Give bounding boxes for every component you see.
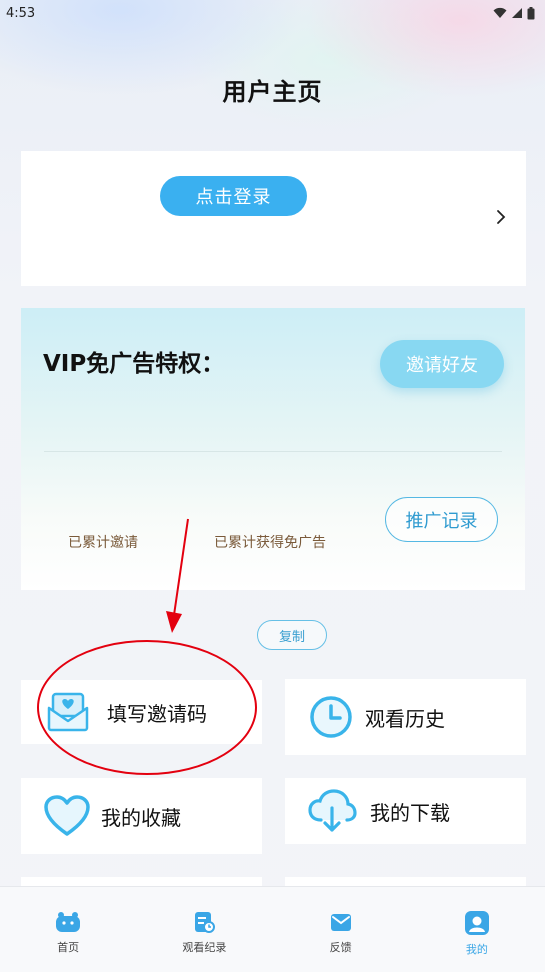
nav-home[interactable]: 首页 bbox=[0, 887, 136, 972]
signal-icon bbox=[512, 8, 522, 18]
envelope-heart-icon bbox=[47, 692, 89, 732]
clock-icon bbox=[310, 696, 352, 738]
menu-item-label: 观看历史 bbox=[365, 706, 445, 731]
nav-label: 观看纪录 bbox=[182, 941, 227, 954]
profile-icon bbox=[464, 911, 489, 935]
nav-label: 反馈 bbox=[329, 941, 352, 954]
invite-friends-button[interactable]: 邀请好友 bbox=[380, 340, 504, 388]
status-time: 4:53 bbox=[6, 5, 36, 21]
login-card[interactable]: 点击登录 bbox=[21, 151, 526, 286]
menu-item-downloads[interactable]: 我的下载 bbox=[285, 778, 526, 844]
menu-item-label: 我的下载 bbox=[370, 800, 450, 825]
cloud-download-icon bbox=[308, 789, 357, 832]
vip-title: VIP免广告特权： bbox=[43, 351, 225, 377]
menu-item-watch-history[interactable]: 观看历史 bbox=[285, 679, 526, 755]
menu-item-label: 填写邀请码 bbox=[107, 701, 207, 726]
promotion-record-button[interactable]: 推广记录 bbox=[385, 497, 498, 542]
nav-profile[interactable]: 我的 bbox=[409, 887, 545, 972]
nav-label: 首页 bbox=[57, 941, 80, 954]
battery-icon bbox=[527, 6, 535, 19]
bottom-nav: 首页 观看纪录 反馈 我的 bbox=[0, 886, 545, 972]
copy-button[interactable]: 复制 bbox=[257, 620, 327, 650]
heart-icon bbox=[44, 795, 90, 836]
divider bbox=[44, 451, 502, 452]
menu-item-label: 我的收藏 bbox=[101, 805, 181, 830]
page-title: 用户主页 bbox=[222, 78, 323, 106]
chevron-right-icon[interactable] bbox=[496, 209, 506, 225]
nav-watch-record[interactable]: 观看纪录 bbox=[136, 887, 272, 972]
ad-free-earned-label: 已累计获得免广告 bbox=[214, 535, 326, 551]
invited-count-label: 已累计邀请 bbox=[68, 535, 138, 551]
nav-feedback[interactable]: 反馈 bbox=[273, 887, 409, 972]
status-icons bbox=[493, 6, 535, 20]
home-icon bbox=[56, 912, 81, 932]
history-doc-icon bbox=[195, 912, 216, 933]
menu-item-invite-code[interactable]: 填写邀请码 bbox=[21, 680, 262, 744]
login-button[interactable]: 点击登录 bbox=[160, 176, 307, 216]
status-bar: 4:53 bbox=[0, 0, 545, 26]
wifi-icon bbox=[493, 7, 507, 18]
menu-item-favorites[interactable]: 我的收藏 bbox=[21, 778, 262, 854]
nav-label: 我的 bbox=[465, 943, 488, 956]
vip-card: VIP免广告特权： 邀请好友 已累计邀请 已累计获得免广告 推广记录 bbox=[21, 308, 525, 590]
feedback-mail-icon bbox=[330, 914, 351, 931]
